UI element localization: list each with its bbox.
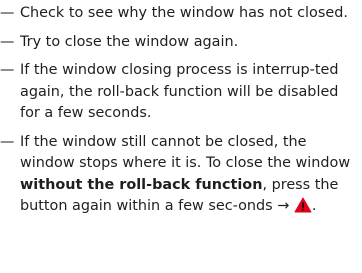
- dash-bullet: —: [0, 62, 15, 78]
- dash-bullet: —: [0, 33, 15, 50]
- instruction-page: — Check to see why the window has not cl…: [0, 0, 362, 273]
- instruction-bold-text: without the roll-back function: [20, 176, 263, 193]
- instruction-list: — Check to see why the window has not cl…: [0, 0, 362, 218]
- dash-bullet: —: [0, 133, 15, 150]
- warning-triangle-icon: [294, 197, 312, 213]
- instruction-text: Check to see why the window has not clos…: [20, 5, 348, 21]
- list-item: — If the window closing process is inter…: [0, 60, 362, 125]
- list-item: — Check to see why the window has not cl…: [0, 0, 362, 25]
- instruction-text: Try to close the window again.: [20, 33, 239, 50]
- list-item: — If the window still cannot be closed, …: [0, 133, 351, 215]
- instruction-text: If the window closing process is interru…: [20, 62, 339, 121]
- dash-bullet: —: [0, 5, 15, 21]
- instruction-text-before: If the window still cannot be closed, th…: [20, 133, 351, 172]
- list-item: — Try to close the window again.: [0, 32, 362, 54]
